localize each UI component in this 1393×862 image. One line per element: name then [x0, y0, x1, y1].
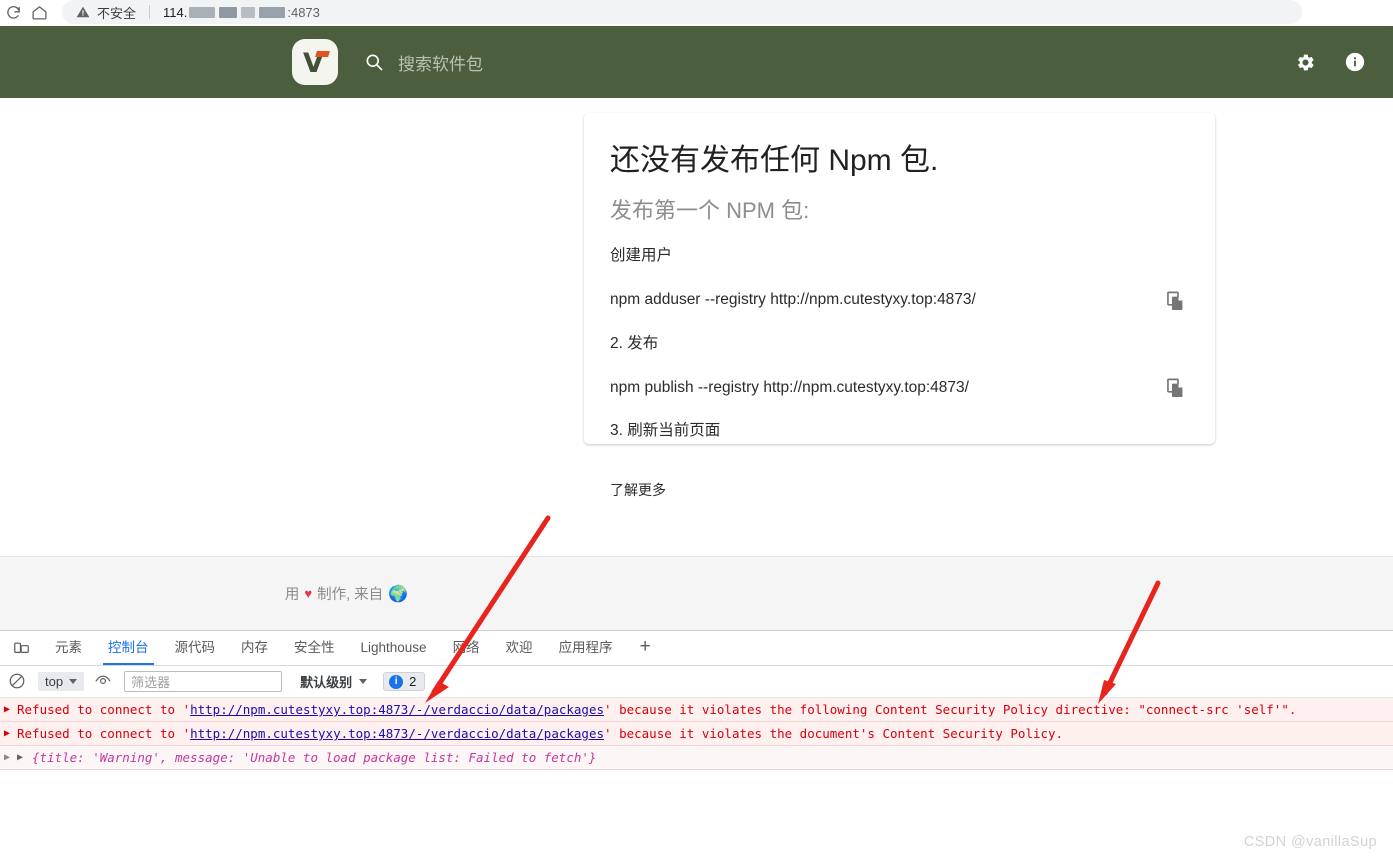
gear-icon[interactable] [1293, 50, 1317, 74]
main-content: 还没有发布任何 Npm 包. 发布第一个 NPM 包: 创建用户 npm add… [0, 98, 1393, 556]
log-level-selector[interactable]: 默认级别 [300, 672, 368, 691]
address-bar[interactable]: 不安全 114. :4873 [62, 0, 1302, 24]
step-3-title: 3. 刷新当前页面 [610, 421, 721, 439]
heart-icon: ♥ [304, 586, 313, 601]
console-object-row[interactable]: ▶ ▶ {title: 'Warning', message: 'Unable … [0, 746, 1393, 770]
clear-console-icon[interactable] [8, 672, 28, 692]
console-message-text: Refused to connect to 'http://npm.cutest… [17, 725, 1063, 742]
url-text: 114. :4873 [163, 5, 320, 20]
card-title: 还没有发布任何 Npm 包. [610, 144, 939, 177]
info-badge-icon: i [389, 674, 404, 689]
step-2-title: 2. 发布 [610, 334, 659, 352]
disclosure-triangle-icon[interactable]: ▶ [17, 749, 27, 766]
tab-welcome[interactable]: 欢迎 [493, 631, 546, 665]
browser-toolbar: 不安全 114. :4873 [0, 0, 1393, 24]
add-tab-button[interactable]: + [626, 631, 665, 665]
url-port: :4873 [287, 4, 320, 20]
step-2-command-row: npm publish --registry http://npm.cutest… [610, 377, 1189, 399]
expand-arrow-icon: ▶ [4, 752, 11, 763]
tab-sources[interactable]: 源代码 [162, 631, 229, 665]
devtools-tabbar: 元素 控制台 源代码 内存 安全性 Lighthouse 网络 欢迎 应用程序 … [0, 631, 1393, 666]
object-preview-text: {title: 'Warning', message: 'Unable to l… [32, 750, 597, 765]
page-footer: 用 ♥ 制作, 来自 🌍 [0, 556, 1393, 630]
chevron-down-icon [69, 679, 78, 684]
tab-console[interactable]: 控制台 [95, 631, 162, 665]
logo-flag-icon [315, 51, 330, 57]
step-1-command-row: npm adduser --registry http://npm.cutest… [610, 290, 1189, 312]
made-with-love: 用 ♥ 制作, 来自 🌍 [285, 583, 408, 604]
redacted-block [241, 6, 256, 18]
redacted-block [189, 6, 216, 18]
console-message-text: {title: 'Warning', message: 'Unable to l… [32, 749, 596, 766]
reload-icon[interactable] [0, 0, 26, 24]
step-1-command-text: npm adduser --registry http://npm.cutest… [610, 291, 976, 309]
message-pre: Refused to connect to ' [17, 726, 191, 741]
issues-badge[interactable]: i 2 [383, 672, 426, 691]
search-input-placeholder[interactable]: 搜索软件包 [398, 50, 483, 75]
card-subtitle: 发布第一个 NPM 包: [610, 198, 810, 223]
learn-more-link[interactable]: 了解更多 [610, 481, 666, 499]
console-message-text: Refused to connect to 'http://npm.cutest… [17, 701, 1296, 718]
screenshot-root: 不安全 114. :4873 V 搜索软件包 还没有发布任何 Npm 包. 发布… [0, 0, 1393, 862]
search-box[interactable]: 搜索软件包 [364, 50, 483, 75]
step-1-title: 创建用户 [610, 247, 673, 265]
globe-icon: 🌍 [388, 585, 409, 603]
console-error-row[interactable]: ▶ Refused to connect to 'http://npm.cute… [0, 698, 1393, 722]
execution-context-value: top [45, 674, 64, 689]
devtools-panel: 元素 控制台 源代码 内存 安全性 Lighthouse 网络 欢迎 应用程序 … [0, 630, 1393, 862]
info-icon[interactable] [1343, 50, 1367, 74]
copy-icon[interactable] [1165, 377, 1187, 399]
console-filter-input[interactable]: 筛选器 [124, 671, 283, 692]
live-expression-icon[interactable] [94, 672, 114, 692]
omnibox-divider [149, 5, 151, 19]
message-pre: Refused to connect to ' [17, 702, 191, 717]
message-post: ' because it violates the following Cont… [604, 702, 1297, 717]
not-secure-warning-icon [76, 5, 90, 19]
redacted-block [259, 6, 286, 18]
issues-count: 2 [409, 674, 417, 689]
app-header: V 搜索软件包 [0, 26, 1393, 98]
home-icon[interactable] [26, 0, 52, 24]
csdn-watermark: CSDN @vanillaSup [1243, 834, 1377, 850]
tab-security[interactable]: 安全性 [281, 631, 348, 665]
search-icon [364, 52, 384, 72]
console-messages: ▶ Refused to connect to 'http://npm.cute… [0, 698, 1393, 770]
header-actions [1293, 50, 1367, 74]
console-toolbar: top 筛选器 默认级别 i 2 [0, 666, 1393, 698]
tab-network[interactable]: 网络 [440, 631, 493, 665]
console-link[interactable]: http://npm.cutestyxy.top:4873/-/verdacci… [190, 702, 604, 717]
console-link[interactable]: http://npm.cutestyxy.top:4873/-/verdacci… [190, 726, 604, 741]
step-2-command-text: npm publish --registry http://npm.cutest… [610, 378, 969, 396]
console-error-row[interactable]: ▶ Refused to connect to 'http://npm.cute… [0, 722, 1393, 746]
redacted-block [219, 6, 238, 18]
tab-elements[interactable]: 元素 [42, 631, 95, 665]
expand-arrow-icon: ▶ [4, 704, 11, 715]
copy-icon[interactable] [1165, 290, 1187, 312]
tab-memory[interactable]: 内存 [228, 631, 281, 665]
footer-middle: 制作, 来自 [317, 587, 384, 603]
chevron-down-icon [359, 679, 368, 684]
message-post: ' because it violates the document's Con… [604, 726, 1064, 741]
empty-state-card: 还没有发布任何 Npm 包. 发布第一个 NPM 包: 创建用户 npm add… [584, 113, 1215, 498]
execution-context-selector[interactable]: top [38, 672, 85, 691]
expand-arrow-icon: ▶ [4, 728, 11, 739]
log-level-label: 默认级别 [300, 675, 353, 690]
footer-prefix: 用 [284, 587, 300, 603]
security-status-label: 不安全 [97, 5, 137, 21]
device-toolbar-icon[interactable] [6, 635, 36, 661]
tab-lighthouse[interactable]: Lighthouse [348, 631, 440, 665]
tab-application[interactable]: 应用程序 [546, 631, 626, 665]
verdaccio-logo[interactable]: V [292, 39, 338, 85]
url-prefix: 114. [163, 4, 188, 20]
